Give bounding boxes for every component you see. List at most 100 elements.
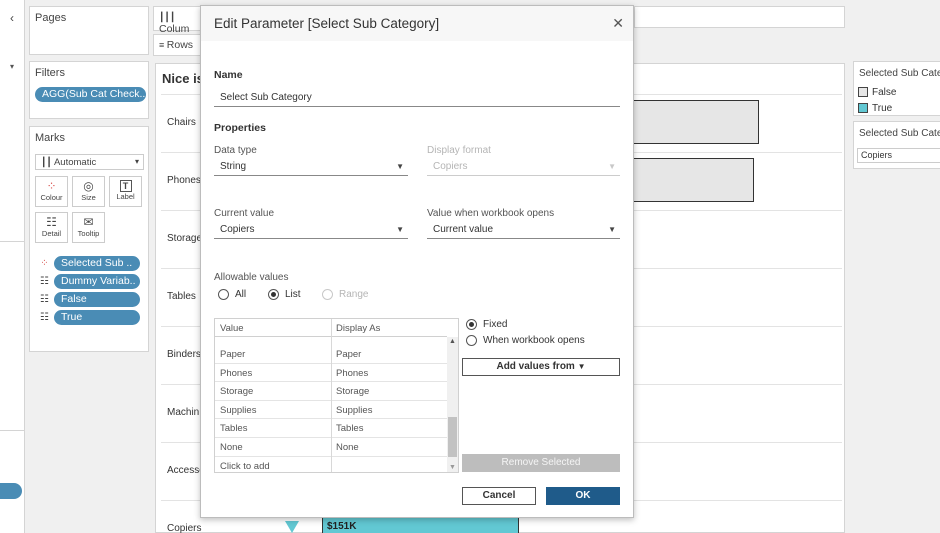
category-label: Phones bbox=[167, 175, 201, 186]
label-label: Label bbox=[116, 192, 135, 201]
column-divider bbox=[331, 319, 332, 472]
pages-card[interactable]: Pages bbox=[29, 6, 149, 55]
allowable-range-radio: Range bbox=[322, 289, 368, 300]
field-pill[interactable] bbox=[0, 483, 22, 499]
chevron-left-icon[interactable]: ‹ bbox=[4, 10, 20, 26]
chevron-down-icon: ▾ bbox=[134, 157, 139, 166]
filters-card[interactable]: Filters AGG(Sub Cat Check.. bbox=[29, 61, 149, 119]
when-workbook-opens-radio[interactable]: When workbook opens bbox=[466, 335, 585, 346]
edit-parameter-dialog: Edit Parameter [Select Sub Category] ✕ N… bbox=[200, 5, 634, 518]
left-collapsed-strip: ‹ ▾ bbox=[0, 0, 25, 533]
remove-selected-button: Remove Selected bbox=[462, 454, 620, 472]
chevron-down-icon: ▼ bbox=[608, 225, 616, 234]
mark-pill-row: ⁘ bbox=[39, 256, 53, 271]
columns-label: ┃┃┃ Colum bbox=[159, 11, 204, 35]
cell-value: None bbox=[220, 442, 243, 453]
detail-pill[interactable]: True bbox=[54, 310, 140, 325]
label-button[interactable]: T Label bbox=[109, 176, 142, 207]
name-input[interactable]: Select Sub Category bbox=[214, 90, 620, 107]
add-values-from-button[interactable]: Add values from ▼ bbox=[462, 358, 620, 376]
tooltip-label: Tooltip bbox=[77, 229, 100, 238]
current-value-select[interactable]: Copiers ▼ bbox=[214, 222, 408, 239]
scroll-down-icon[interactable]: ▼ bbox=[449, 464, 456, 471]
category-label: Tables bbox=[167, 291, 196, 302]
dialog-header: Edit Parameter [Select Sub Category] ✕ bbox=[201, 6, 633, 41]
divider bbox=[0, 241, 25, 242]
color-dots-icon: ⁘ bbox=[40, 258, 49, 269]
value-when-opens-select[interactable]: Current value ▼ bbox=[427, 222, 620, 239]
detail-icon: ☷ bbox=[46, 215, 57, 229]
filters-title: Filters bbox=[35, 67, 65, 79]
allowable-all-radio[interactable]: All bbox=[218, 289, 246, 300]
detail-label: Detail bbox=[41, 229, 62, 238]
detail-icon: ☷ bbox=[40, 312, 49, 323]
radio-label: Fixed bbox=[483, 319, 508, 330]
column-header-display-as: Display As bbox=[336, 323, 381, 334]
cancel-button[interactable]: Cancel bbox=[462, 487, 536, 505]
radio-circle bbox=[322, 289, 333, 300]
radio-label: Range bbox=[339, 289, 369, 300]
properties-heading: Properties bbox=[214, 122, 266, 134]
cell-value: Paper bbox=[220, 349, 246, 360]
radio-circle bbox=[466, 319, 477, 330]
size-label: Size bbox=[81, 193, 96, 202]
cell-display-as: Phones bbox=[336, 367, 369, 379]
allowable-values-table: Value Display As Paper Paper Phones Phon… bbox=[214, 318, 459, 473]
bar-value-label: $151K bbox=[327, 521, 357, 532]
fixed-radio[interactable]: Fixed bbox=[466, 319, 507, 330]
value-when-opens-label: Value when workbook opens bbox=[427, 208, 555, 219]
cell-value: Storage bbox=[220, 386, 254, 398]
category-label: Storage bbox=[167, 233, 203, 244]
cell-display-as: Paper bbox=[336, 349, 362, 360]
bar-copiers[interactable]: $151K bbox=[322, 517, 519, 533]
radio-circle bbox=[466, 335, 477, 346]
cell-display-as: None bbox=[336, 442, 359, 453]
tooltip-button[interactable]: ✉ Tooltip bbox=[72, 212, 105, 243]
rows-shelf[interactable]: ≡ Rows bbox=[153, 34, 205, 56]
detail-icon: ☷ bbox=[40, 294, 49, 305]
parameter-title: Selected Sub Categor bbox=[859, 128, 940, 139]
detail-pill[interactable]: Dummy Variab.. bbox=[54, 274, 140, 289]
table-scrollbar[interactable]: ▲ ▼ bbox=[447, 337, 458, 472]
reference-marker bbox=[285, 521, 299, 533]
colour-button[interactable]: ⁘ Colour bbox=[35, 176, 68, 207]
dropdown-arrow-icon[interactable]: ▾ bbox=[10, 62, 14, 71]
palette-icon: ⁘ bbox=[46, 179, 57, 193]
detail-button[interactable]: ☷ Detail bbox=[35, 212, 68, 243]
worksheet-title: Nice is bbox=[162, 71, 204, 86]
filter-pill[interactable]: AGG(Sub Cat Check.. bbox=[35, 87, 146, 102]
name-heading: Name bbox=[214, 69, 243, 81]
allowable-list-radio[interactable]: List bbox=[268, 289, 301, 300]
columns-shelf[interactable]: ┃┃┃ Colum bbox=[153, 6, 205, 35]
mark-type-select[interactable]: ┃┃ Automatic ▾ bbox=[35, 154, 144, 170]
mark-pill-row: ☷ bbox=[39, 310, 53, 325]
rows-label: ≡ Rows bbox=[159, 39, 193, 51]
cell-value: Tables bbox=[220, 423, 248, 435]
close-icon[interactable]: ✕ bbox=[612, 15, 624, 32]
color-pill[interactable]: Selected Sub .. bbox=[54, 256, 140, 271]
scroll-up-icon[interactable]: ▲ bbox=[449, 338, 456, 345]
caret-down-icon: ▼ bbox=[577, 362, 586, 371]
radio-label: When workbook opens bbox=[483, 335, 585, 346]
scrollbar-thumb[interactable] bbox=[448, 417, 457, 457]
bar-phones[interactable] bbox=[626, 158, 754, 202]
parameter-select[interactable]: Copiers bbox=[857, 148, 940, 163]
color-legend: Selected Sub Categ False True bbox=[853, 61, 940, 116]
cell-display-as: Storage bbox=[336, 386, 370, 398]
bar-chart-icon: ┃┃ bbox=[41, 157, 52, 167]
data-type-select[interactable]: String ▼ bbox=[214, 159, 408, 176]
columns-shelf-drop-area[interactable] bbox=[634, 6, 845, 28]
display-format-select: Copiers ▼ bbox=[427, 159, 620, 176]
legend-title: Selected Sub Categ bbox=[859, 68, 940, 79]
detail-pill[interactable]: False bbox=[54, 292, 140, 307]
size-icon: ◎ bbox=[83, 179, 94, 193]
size-button[interactable]: ◎ Size bbox=[72, 176, 105, 207]
display-format-value: Copiers bbox=[433, 161, 468, 172]
legend-swatch-false bbox=[858, 87, 868, 97]
legend-item-false[interactable]: False bbox=[872, 87, 896, 98]
bar-chairs[interactable] bbox=[626, 100, 759, 144]
chevron-down-icon: ▼ bbox=[608, 162, 616, 171]
legend-item-true[interactable]: True bbox=[872, 103, 892, 114]
marks-title: Marks bbox=[35, 132, 65, 144]
ok-button[interactable]: OK bbox=[546, 487, 620, 505]
